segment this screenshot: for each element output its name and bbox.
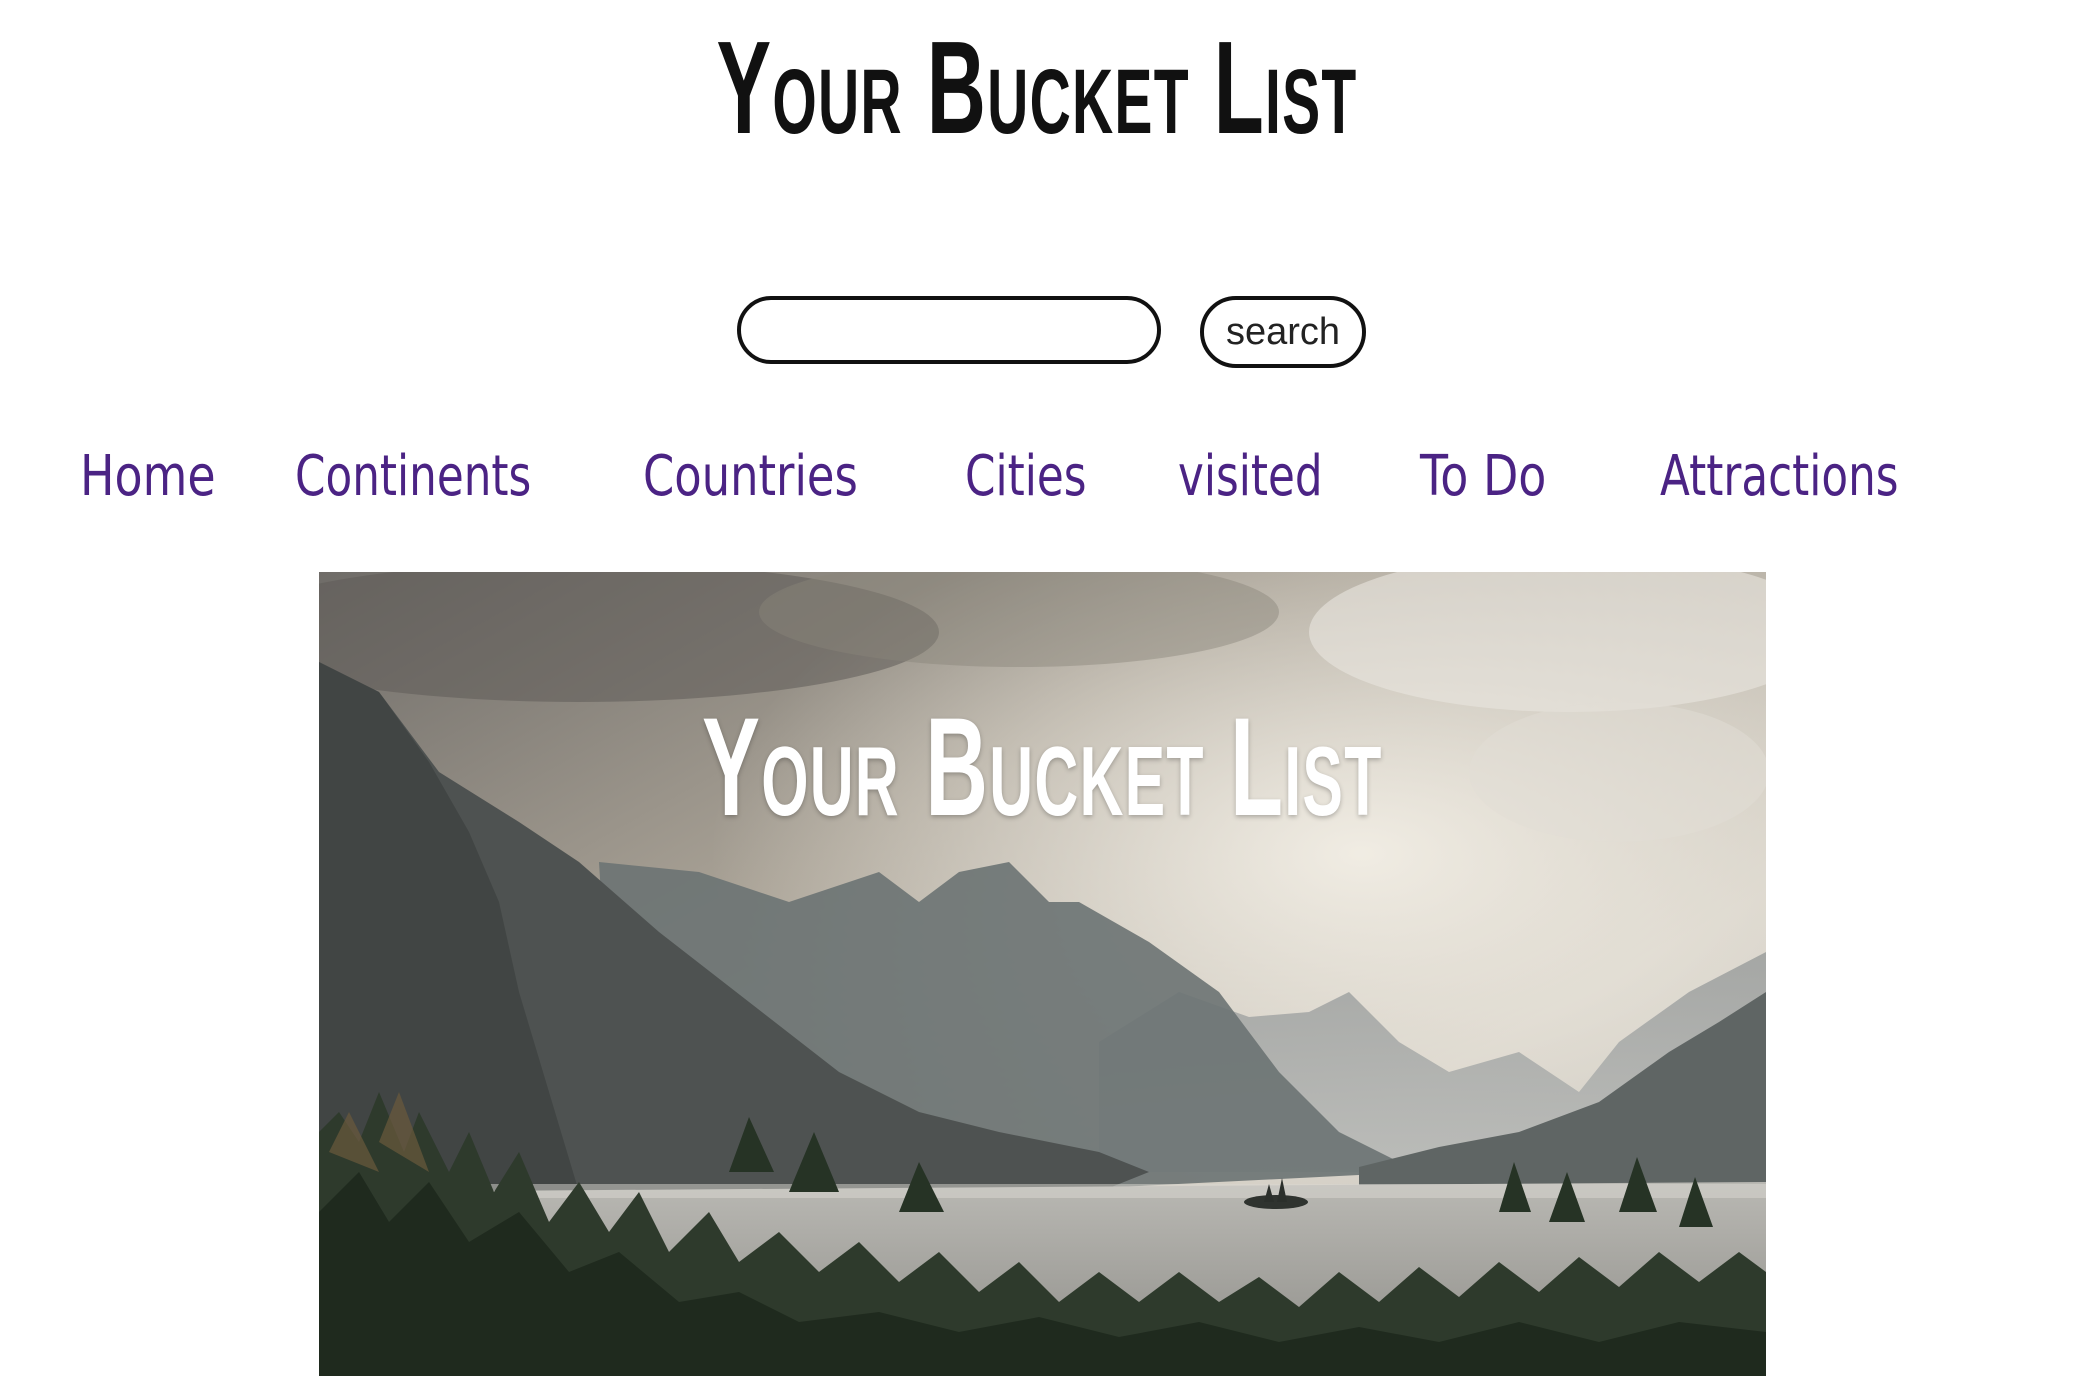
- main-nav: Home Continents Countries Cities visited…: [0, 432, 2074, 522]
- hero-title: Your Bucket List: [702, 688, 1383, 845]
- search-input[interactable]: [737, 296, 1161, 364]
- nav-link-visited[interactable]: visited: [1178, 432, 1323, 522]
- nav-link-cities[interactable]: Cities: [965, 432, 1087, 522]
- site-title: Your Bucket List: [716, 14, 1358, 161]
- search-button[interactable]: search: [1200, 296, 1366, 368]
- nav-link-to-do[interactable]: To Do: [1420, 432, 1546, 522]
- nav-link-attractions[interactable]: Attractions: [1660, 432, 1899, 522]
- nav-link-home[interactable]: Home: [80, 432, 216, 522]
- hero-banner: Your Bucket List: [319, 572, 1766, 1376]
- nav-link-countries[interactable]: Countries: [643, 432, 858, 522]
- nav-link-continents[interactable]: Continents: [295, 432, 531, 522]
